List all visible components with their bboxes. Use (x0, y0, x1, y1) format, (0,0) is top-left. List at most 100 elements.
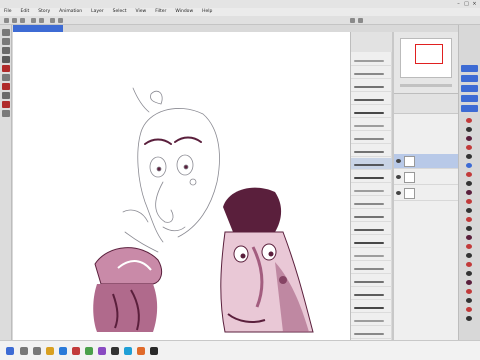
task-view-icon[interactable] (33, 347, 41, 355)
new-icon[interactable] (4, 18, 9, 23)
brush-item[interactable] (351, 158, 392, 170)
selection-icon[interactable] (2, 101, 10, 108)
brush-item[interactable] (351, 93, 392, 105)
text-icon[interactable] (2, 92, 10, 99)
save-icon[interactable] (20, 18, 25, 23)
color-swatch[interactable] (461, 315, 478, 322)
brush-item[interactable] (351, 54, 392, 66)
brush-item[interactable] (351, 210, 392, 222)
fill-icon[interactable] (2, 83, 10, 90)
color-swatch[interactable] (461, 297, 478, 304)
navigator-view-frame[interactable] (415, 44, 443, 64)
menu-help[interactable]: Help (202, 8, 212, 16)
brush-item[interactable] (351, 171, 392, 183)
app-icon[interactable] (150, 347, 158, 355)
start-icon[interactable] (6, 347, 14, 355)
panel-tab-5[interactable] (461, 105, 478, 112)
menu-select[interactable]: Select (113, 8, 127, 16)
menu-filter[interactable]: Filter (155, 8, 166, 16)
menu-edit[interactable]: Edit (21, 8, 30, 16)
visibility-eye-icon[interactable] (396, 175, 401, 179)
folder-icon[interactable] (46, 347, 54, 355)
menu-animation[interactable]: Animation (59, 8, 82, 16)
color-swatch[interactable] (461, 207, 478, 214)
brush-item[interactable] (351, 67, 392, 79)
brush-item[interactable] (351, 197, 392, 209)
color-swatch[interactable] (461, 180, 478, 187)
brush-item[interactable] (351, 275, 392, 287)
panel-tab-2[interactable] (461, 75, 478, 82)
color-swatch[interactable] (461, 162, 478, 169)
brush-item[interactable] (351, 80, 392, 92)
app-icon[interactable] (111, 347, 119, 355)
color-swatch[interactable] (461, 234, 478, 241)
app-icon[interactable] (72, 347, 80, 355)
color-swatch[interactable] (461, 126, 478, 133)
app-icon[interactable] (98, 347, 106, 355)
navigator-thumbnail[interactable] (400, 38, 452, 78)
color-swatch[interactable] (461, 135, 478, 142)
brush-item[interactable] (351, 184, 392, 196)
menu-story[interactable]: Story (38, 8, 50, 16)
brush-item[interactable] (351, 314, 392, 326)
panel-tab-4[interactable] (461, 95, 478, 102)
color-swatch[interactable] (461, 216, 478, 223)
brush-item[interactable] (351, 327, 392, 339)
clear-icon[interactable] (50, 18, 55, 23)
layer-row[interactable] (394, 186, 458, 201)
brush-item[interactable] (351, 262, 392, 274)
layer-row[interactable] (394, 154, 458, 169)
panel-tab-1[interactable] (461, 65, 478, 72)
brush-item[interactable] (351, 301, 392, 313)
move-icon[interactable] (2, 29, 10, 36)
brush-item[interactable] (351, 119, 392, 131)
close-button[interactable]: × (471, 1, 478, 7)
eyedropper-icon[interactable] (2, 47, 10, 54)
menu-view[interactable]: View (136, 8, 147, 16)
open-icon[interactable] (12, 18, 17, 23)
color-icon[interactable] (2, 110, 10, 117)
brush-item[interactable] (351, 132, 392, 144)
app-icon[interactable] (85, 347, 93, 355)
color-swatch[interactable] (461, 171, 478, 178)
brush-item[interactable] (351, 288, 392, 300)
maximize-button[interactable]: □ (463, 1, 470, 7)
layer-row[interactable] (394, 170, 458, 185)
brush-item[interactable] (351, 249, 392, 261)
visibility-eye-icon[interactable] (396, 191, 401, 195)
brush-item[interactable] (351, 236, 392, 248)
document-tab[interactable] (13, 25, 63, 32)
color-swatch[interactable] (461, 144, 478, 151)
color-swatch[interactable] (461, 279, 478, 286)
color-swatch[interactable] (461, 225, 478, 232)
color-swatch[interactable] (461, 288, 478, 295)
browser-icon[interactable] (59, 347, 67, 355)
redo-icon[interactable] (39, 18, 44, 23)
brush-item[interactable] (351, 106, 392, 118)
drawing-canvas[interactable] (13, 32, 350, 340)
navigator-zoom-slider[interactable] (400, 84, 452, 87)
zoom-icon[interactable] (2, 38, 10, 45)
visibility-eye-icon[interactable] (396, 159, 401, 163)
color-swatch[interactable] (461, 270, 478, 277)
menu-layer[interactable]: Layer (91, 8, 104, 16)
transform-icon[interactable] (58, 18, 63, 23)
color-swatch[interactable] (461, 153, 478, 160)
menu-file[interactable]: File (4, 8, 12, 16)
color-swatch[interactable] (461, 189, 478, 196)
brush-icon[interactable] (2, 65, 10, 72)
brush-item[interactable] (351, 145, 392, 157)
help-icon[interactable] (358, 18, 363, 23)
app-icon[interactable] (124, 347, 132, 355)
panel-tab-3[interactable] (461, 85, 478, 92)
app-icon[interactable] (137, 347, 145, 355)
color-swatch[interactable] (461, 261, 478, 268)
settings-icon[interactable] (350, 18, 355, 23)
color-swatch[interactable] (461, 306, 478, 313)
minimize-button[interactable]: – (455, 1, 462, 7)
brush-item[interactable] (351, 223, 392, 235)
pen-icon[interactable] (2, 56, 10, 63)
color-swatch[interactable] (461, 117, 478, 124)
color-swatch[interactable] (461, 198, 478, 205)
color-swatch[interactable] (461, 243, 478, 250)
